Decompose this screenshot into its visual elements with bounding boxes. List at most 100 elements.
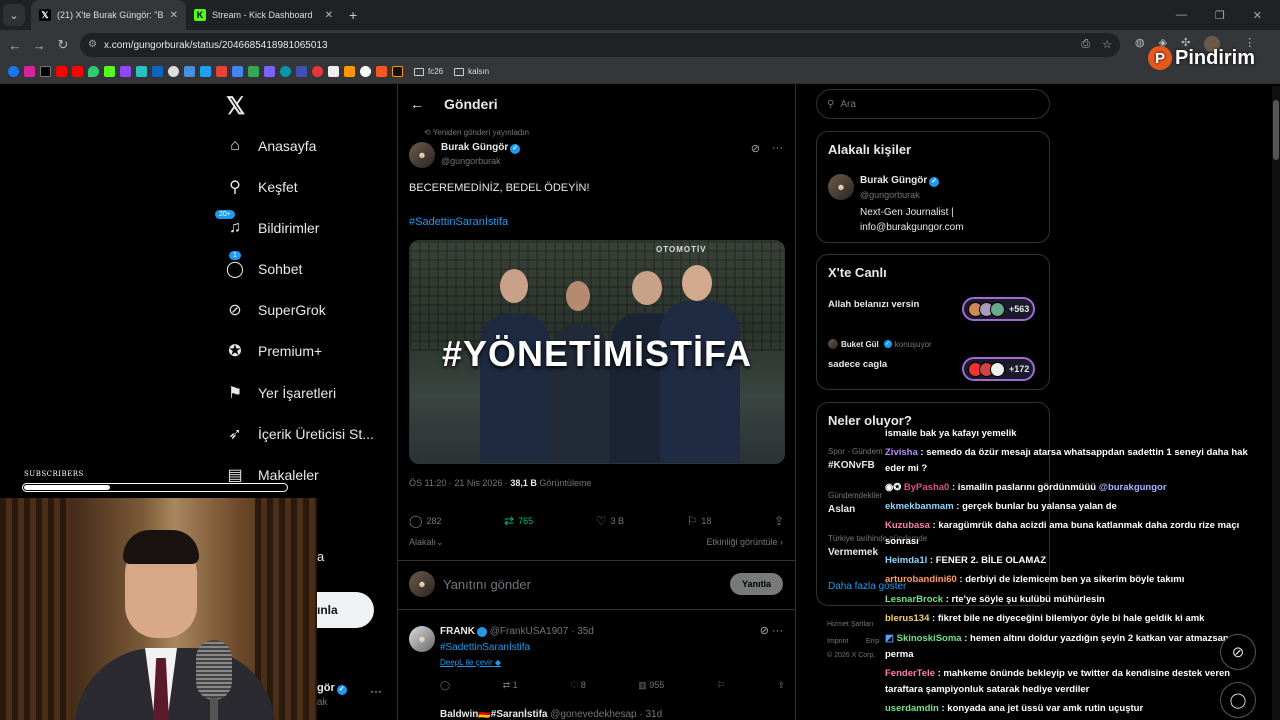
twitch-bookmark-icon[interactable] xyxy=(120,66,131,77)
search-input[interactable]: ⚲ Ara xyxy=(816,89,1050,119)
post-hashtag[interactable]: #SadettinSaranİstifa xyxy=(409,216,508,228)
minimize-icon[interactable]: — xyxy=(1176,9,1187,21)
sort-dropdown[interactable]: Alakalı⌄ xyxy=(409,537,444,548)
views-icon[interactable]: ▥ 955 xyxy=(638,680,664,691)
bookmark-icon[interactable] xyxy=(168,66,179,77)
author-handle[interactable]: @gungorburak xyxy=(441,156,520,166)
reply-input[interactable]: Yanıtını gönder xyxy=(443,577,531,592)
more-icon[interactable]: ··· xyxy=(772,142,783,155)
bookmark-icon[interactable] xyxy=(360,66,371,77)
back-icon[interactable]: ← xyxy=(3,38,27,53)
reply-author[interactable]: FRANK xyxy=(440,626,475,637)
nav-articles[interactable]: ▤ Makaleler xyxy=(226,466,318,484)
bookmark-icon[interactable] xyxy=(184,66,195,77)
post-author[interactable]: ☻ Burak Güngör ✓ @gungorburak xyxy=(409,142,521,168)
share-action[interactable]: ⇪ xyxy=(774,514,784,528)
docs-bookmark-icon[interactable] xyxy=(232,66,243,77)
bookmark-folder[interactable]: kalsın xyxy=(454,67,489,76)
post-image[interactable]: OTOMOTİV #YÖNETİMİSTİFA xyxy=(409,240,785,464)
nav-more-partial[interactable]: a xyxy=(317,549,324,564)
site-info-icon[interactable]: ⚙ xyxy=(88,39,97,50)
heart-icon[interactable]: ♡ 8 xyxy=(570,680,586,691)
grok-floating-button[interactable]: ⊘ xyxy=(1220,634,1256,670)
live-space-title[interactable]: sadece cagla xyxy=(828,359,887,370)
install-app-icon[interactable]: ⎙ xyxy=(1081,38,1090,51)
youtube-bookmark-icon[interactable] xyxy=(72,66,83,77)
reply-text[interactable]: #SadettinSaranİstifa xyxy=(440,642,530,653)
nav-home[interactable]: ⌂ Anasayfa xyxy=(226,137,316,155)
repost-action[interactable]: ⇄ 765 xyxy=(504,514,533,528)
view-activity-link[interactable]: Etkinliği görüntüle › xyxy=(706,537,783,547)
bookmark-icon[interactable] xyxy=(248,66,259,77)
tab-search-dropdown[interactable]: ⌄ xyxy=(3,4,25,26)
nav-notifications[interactable]: ♫ 20+ Bildirimler xyxy=(214,209,319,237)
tab-x-post[interactable]: 𝕏 (21) X'te Burak Güngör: "BECER ✕ xyxy=(31,0,186,30)
scrollbar-thumb[interactable] xyxy=(1273,100,1279,160)
extension-icon[interactable]: ◍ xyxy=(1135,36,1145,52)
forward-icon[interactable]: → xyxy=(27,38,51,53)
trend-item[interactable]: Aslan xyxy=(828,504,855,515)
tab-kick-dashboard[interactable]: K Stream - Kick Dashboard ✕ xyxy=(186,0,341,30)
repost-icon[interactable]: ⇄ 1 xyxy=(503,680,518,691)
bookmark-icon[interactable] xyxy=(392,66,403,77)
x-bookmark-icon[interactable] xyxy=(40,66,51,77)
like-action[interactable]: ♡ 3 B xyxy=(596,514,624,528)
live-space-title[interactable]: Allah belanızı versin xyxy=(828,299,919,310)
post-button[interactable]: ınla xyxy=(317,592,374,628)
account-more-icon[interactable]: ··· xyxy=(370,684,382,698)
bookmark-icon[interactable] xyxy=(344,66,355,77)
reply-author[interactable]: Baldwin🇩🇪#Saranİstifa xyxy=(440,709,547,720)
reply-action[interactable]: ◯ 282 xyxy=(409,514,441,528)
restore-icon[interactable]: ❐ xyxy=(1215,9,1225,22)
bookmark-icon[interactable] xyxy=(312,66,323,77)
relevant-avatar[interactable]: ☻ xyxy=(828,174,854,200)
reply-button[interactable]: Yanıtla xyxy=(729,573,783,595)
facebook-bookmark-icon[interactable] xyxy=(8,66,19,77)
close-tab-icon[interactable]: ✕ xyxy=(170,10,178,21)
reply-item[interactable]: Baldwin🇩🇪#Saranİstifa @gonevedekhesap · … xyxy=(440,709,662,720)
post-time[interactable]: ÖS 11:20 · 21 Nis 2026 · xyxy=(409,478,510,488)
author-avatar[interactable]: ☻ xyxy=(409,142,435,168)
trend-item[interactable]: Vermemek xyxy=(828,547,878,558)
author-name[interactable]: Burak Güngör xyxy=(441,142,508,153)
bookmark-icon[interactable] xyxy=(328,66,339,77)
reply-handle[interactable]: @FrankUSA1907 · 35d xyxy=(490,626,594,637)
reply-avatar[interactable]: ☻ xyxy=(409,626,435,652)
address-bar[interactable]: ⚙ x.com/gungorburak/status/2046685418981… xyxy=(80,33,1120,57)
account-name-partial[interactable]: gör ✓ xyxy=(317,682,347,695)
footer-link[interactable]: Imprint xyxy=(827,638,848,645)
x-logo[interactable]: 𝕏 xyxy=(226,92,245,121)
nav-premium[interactable]: ✪ Premium+ xyxy=(226,342,322,360)
live-listeners-facepile[interactable]: +563 xyxy=(962,297,1036,321)
bookmark-icon[interactable] xyxy=(296,66,307,77)
host-name[interactable]: Buket Gül xyxy=(841,340,879,349)
close-window-icon[interactable]: ✕ xyxy=(1253,9,1262,22)
reply-icon[interactable]: ◯ xyxy=(440,680,450,691)
drop-bookmark-icon[interactable] xyxy=(88,66,99,77)
bookmark-icon[interactable] xyxy=(264,66,275,77)
share-icon[interactable]: ⇪ xyxy=(777,680,785,691)
back-arrow-icon[interactable]: ← xyxy=(410,96,424,112)
grok-icon[interactable]: ⊘ xyxy=(760,625,769,637)
instagram-bookmark-icon[interactable] xyxy=(24,66,35,77)
nav-supergrok[interactable]: ⊘ SuperGrok xyxy=(226,301,325,319)
footer-link[interactable]: Hizmet Şartları xyxy=(827,621,873,628)
relevant-name-row[interactable]: Burak Güngör ✓ xyxy=(860,175,940,187)
star-icon[interactable]: ☆ xyxy=(1102,38,1112,51)
bookmark-icon[interactable]: ⚐ xyxy=(717,680,725,691)
bookmark-icon[interactable] xyxy=(136,66,147,77)
translate-link[interactable]: DeepL ile çevir ◆ xyxy=(440,658,501,667)
grok-icon[interactable]: ⊘ xyxy=(751,142,760,155)
gmail-bookmark-icon[interactable] xyxy=(216,66,227,77)
trend-item[interactable]: #KONvFB xyxy=(828,460,875,471)
nav-explore[interactable]: ⚲ Keşfet xyxy=(226,178,298,196)
bookmark-icon[interactable] xyxy=(280,66,291,77)
bookmark-action[interactable]: ⚐ 18 xyxy=(687,514,712,528)
bookmark-icon[interactable] xyxy=(200,66,211,77)
close-tab-icon[interactable]: ✕ xyxy=(325,10,333,21)
relevant-handle[interactable]: @gungorburak xyxy=(860,190,920,200)
nav-bookmarks[interactable]: ⚑ Yer İşaretleri xyxy=(226,384,336,402)
footer-link[interactable]: Erişi xyxy=(866,638,880,645)
bookmark-icon[interactable] xyxy=(376,66,387,77)
new-tab-button[interactable]: + xyxy=(349,7,357,23)
